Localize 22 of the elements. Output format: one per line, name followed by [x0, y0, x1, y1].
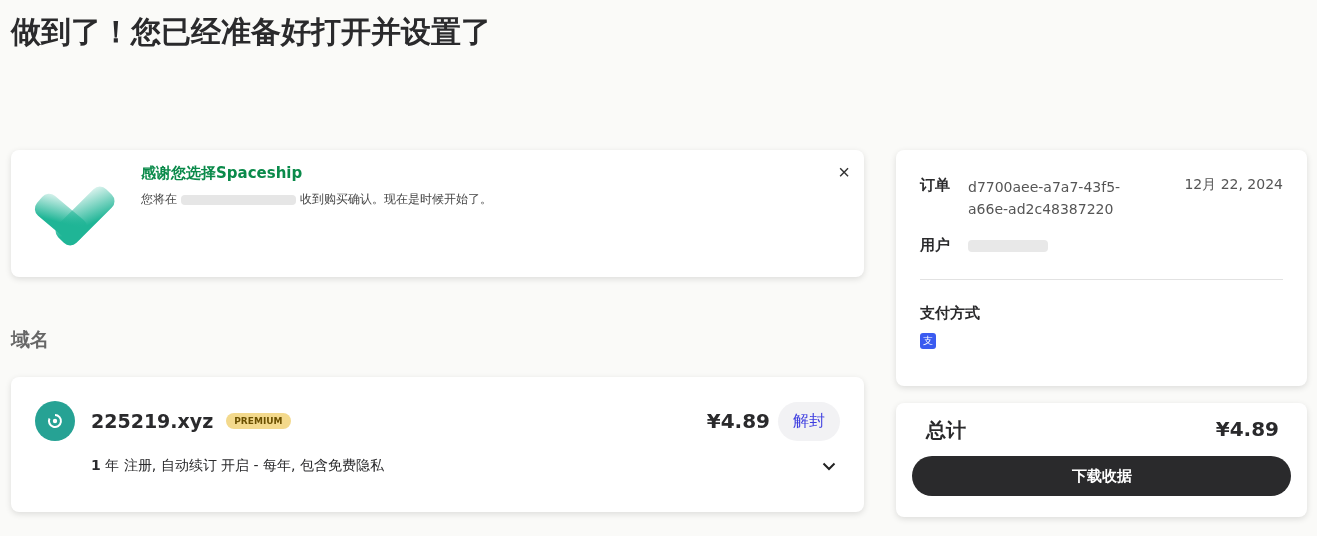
section-title: 域名 — [11, 327, 50, 352]
premium-badge: PREMIUM — [226, 413, 291, 429]
order-date: 12月 22, 2024 — [1184, 176, 1283, 194]
domain-details: 1 年 注册, 自动续订 开启 - 每年, 包含免费隐私 — [91, 457, 384, 475]
close-button[interactable]: × — [836, 162, 852, 182]
order-label: 订单 — [920, 176, 951, 196]
total-label: 总计 — [926, 417, 966, 444]
unlock-button[interactable]: 解封 — [778, 401, 840, 441]
page-title: 做到了！您已经准备好打开并设置了 — [11, 13, 492, 51]
notice-message: 您将在 — [141, 191, 177, 208]
chevron-icon[interactable] — [822, 461, 836, 471]
order-id: d7700aee-a7a7-43f5-a66e-ad2c48387220 — [968, 178, 1122, 219]
domain-name: 225219.xyz — [91, 410, 214, 432]
download-receipt-button[interactable]: 下载收据 — [912, 456, 1291, 496]
notice-message: 收到购买确认。现在是时候开始了。 — [300, 191, 492, 208]
notice-heading: 感谢您选择Spaceship — [141, 164, 304, 183]
domain-price: ¥4.89 — [706, 409, 770, 433]
total-amount: ¥4.89 — [1215, 417, 1279, 443]
payment-icon: 支 — [920, 333, 936, 349]
domain-icon — [35, 401, 75, 441]
payment-label: 支付方式 — [920, 304, 981, 323]
user-label: 用户 — [920, 236, 951, 255]
